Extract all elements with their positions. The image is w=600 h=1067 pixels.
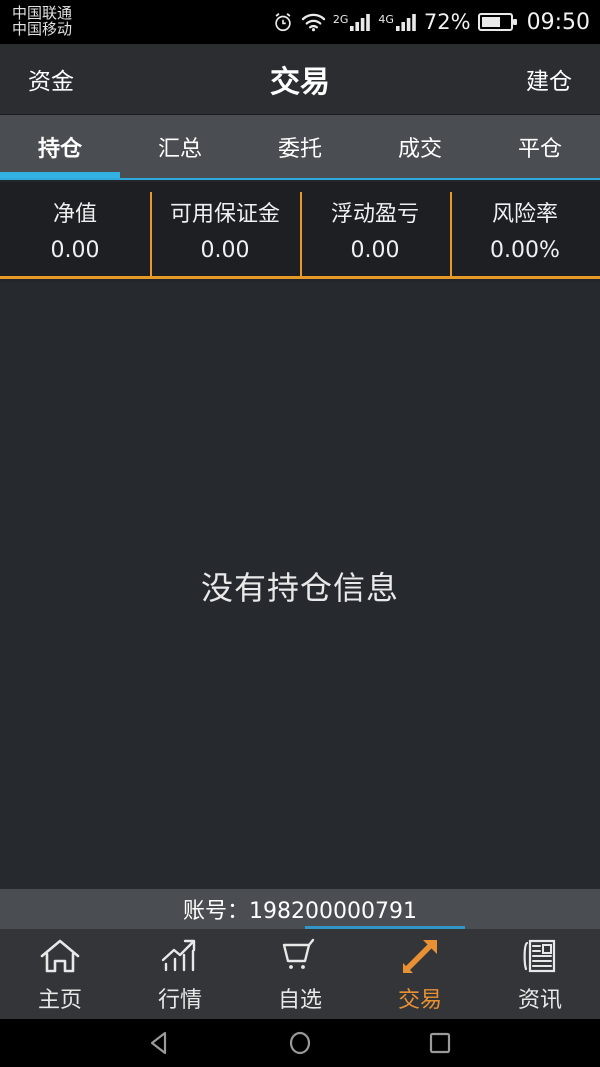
page-title: 交易	[270, 65, 330, 100]
android-navigation-bar	[0, 1019, 600, 1067]
home-circle-icon[interactable]	[285, 1028, 315, 1058]
recents-square-icon[interactable]	[425, 1028, 455, 1058]
account-stats-bar: 净值 0.00 可用保证金 0.00 浮动盈亏 0.00 风险率 0.00%	[0, 182, 600, 279]
nav-item-watchlist[interactable]: 自选	[240, 929, 360, 1019]
nav-item-news-label: 资讯	[517, 987, 562, 1013]
stat-risk-rate-value: 0.00%	[490, 237, 560, 263]
nav-item-quotes[interactable]: 行情	[120, 929, 240, 1019]
tab-bar: 持仓 汇总 委托 成交 平仓	[0, 115, 600, 180]
carrier-2-label: 中国移动	[12, 20, 73, 38]
carrier-labels: 中国联通 中国移动	[12, 5, 73, 38]
nav-item-quotes-label: 行情	[157, 987, 202, 1013]
home-icon	[37, 935, 83, 977]
nav-item-trade[interactable]: 交易	[360, 929, 480, 1019]
status-clock-label: 09:50	[526, 9, 590, 35]
open-position-button[interactable]: 建仓	[526, 62, 572, 96]
stat-risk-rate: 风险率 0.00%	[450, 182, 600, 276]
holdings-list-area: 没有持仓信息	[0, 282, 600, 889]
funds-button[interactable]: 资金	[28, 62, 74, 96]
phone-screen: 中国联通 中国移动 2G 4G 72% 09:50 资金 交易 建仓 持仓 汇总…	[0, 0, 600, 1067]
signal-4g-indicator: 4G	[378, 12, 417, 32]
bottom-navigation: 主页 行情 自选 交易 资讯	[0, 929, 600, 1019]
app-header: 资金 交易 建仓	[0, 44, 600, 115]
stat-available-margin-label: 可用保证金	[169, 201, 280, 227]
stat-risk-rate-label: 风险率	[491, 201, 558, 227]
stat-net-value-label: 净值	[52, 201, 97, 227]
account-bar[interactable]: 账号：198200000791	[0, 889, 600, 929]
chart-trend-up-icon	[157, 935, 203, 977]
signal-2g-indicator: 2G	[333, 12, 372, 32]
tab-trades[interactable]: 成交	[360, 115, 480, 178]
battery-percent-label: 72%	[423, 10, 471, 34]
status-bar: 中国联通 中国移动 2G 4G 72% 09:50	[0, 0, 600, 44]
tab-orders[interactable]: 委托	[240, 115, 360, 178]
stat-net-value-value: 0.00	[50, 237, 100, 263]
nav-item-news[interactable]: 资讯	[480, 929, 600, 1019]
tab-summary[interactable]: 汇总	[120, 115, 240, 178]
nav-item-home-label: 主页	[37, 987, 82, 1013]
back-triangle-icon[interactable]	[145, 1028, 175, 1058]
tab-holdings[interactable]: 持仓	[0, 115, 120, 178]
exchange-arrows-icon	[397, 935, 443, 977]
stat-available-margin-value: 0.00	[200, 237, 250, 263]
stat-floating-pnl-label: 浮动盈亏	[330, 201, 419, 227]
tab-closed[interactable]: 平仓	[480, 115, 600, 178]
nav-item-watchlist-label: 自选	[277, 987, 322, 1013]
alarm-clock-icon	[272, 11, 294, 33]
newspaper-icon	[517, 935, 563, 977]
stat-available-margin: 可用保证金 0.00	[150, 182, 300, 276]
nav-item-trade-label: 交易	[397, 987, 442, 1013]
status-icons: 2G 4G 72% 09:50	[272, 10, 590, 35]
battery-icon	[477, 11, 518, 33]
network-4g-label: 4G	[378, 13, 394, 26]
shopping-cart-icon	[277, 935, 323, 977]
account-number-label: 账号：198200000791	[183, 899, 417, 924]
nav-item-home[interactable]: 主页	[0, 929, 120, 1019]
empty-state-message: 没有持仓信息	[200, 568, 399, 607]
stat-net-value: 净值 0.00	[0, 182, 150, 276]
stat-floating-pnl: 浮动盈亏 0.00	[300, 182, 450, 276]
network-2g-label: 2G	[332, 13, 349, 26]
wifi-icon	[301, 12, 326, 32]
stat-floating-pnl-value: 0.00	[350, 237, 400, 263]
